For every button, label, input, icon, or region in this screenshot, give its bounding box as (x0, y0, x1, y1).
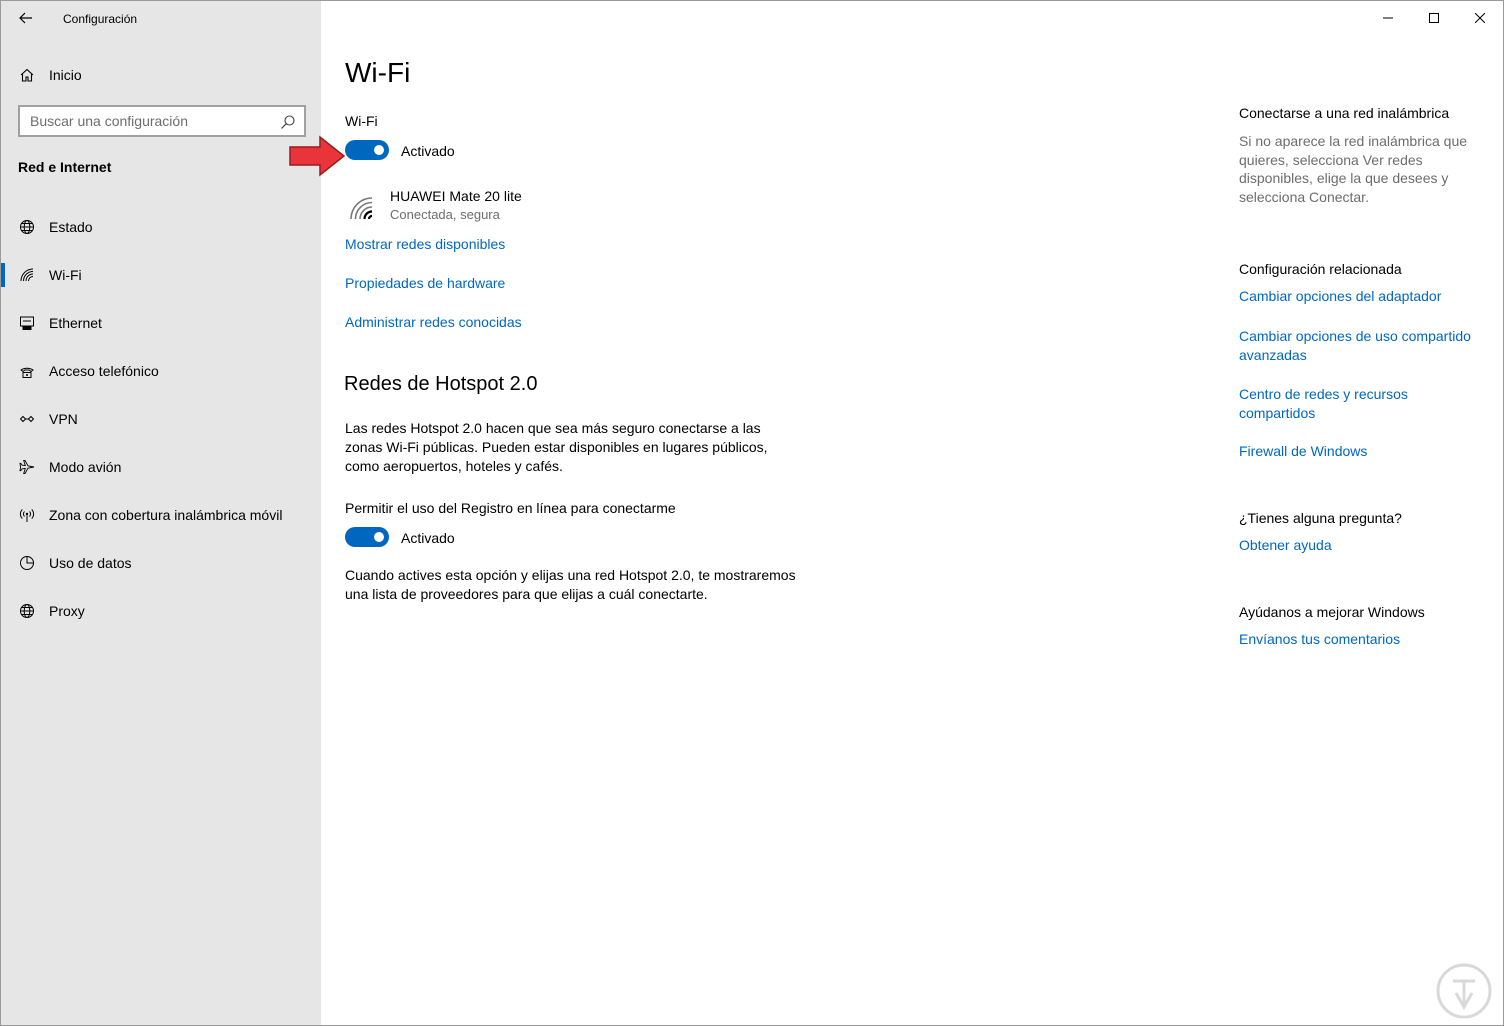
data-usage-icon (18, 554, 36, 572)
hotspot-description: Las redes Hotspot 2.0 hacen que sea más … (345, 420, 768, 474)
airplane-icon (18, 458, 36, 476)
wifi-label: Wi-Fi (345, 113, 378, 129)
firewall-link[interactable]: Firewall de Windows (1239, 442, 1489, 461)
sidebar-item-label: Uso de datos (49, 555, 132, 571)
red-arrow-annotation (289, 135, 346, 177)
wifi-toggle[interactable] (345, 140, 389, 160)
network-name: HUAWEI Mate 20 lite (390, 188, 522, 204)
sidebar-item-data-usage[interactable]: Uso de datos (1, 539, 321, 587)
sidebar-item-label: Acceso telefónico (49, 363, 159, 379)
search-icon[interactable] (280, 114, 296, 130)
sidebar-item-label: Modo avión (49, 459, 122, 475)
connected-network[interactable]: HUAWEI Mate 20 lite Conectada, segura (347, 187, 647, 227)
minimize-button[interactable] (1365, 1, 1411, 35)
search-box[interactable] (18, 105, 306, 137)
improve-heading: Ayúdanos a mejorar Windows (1239, 604, 1425, 620)
sidebar: Configuración Inicio Red e Internet Esta… (1, 1, 321, 1025)
app-title: Configuración (63, 12, 138, 26)
back-button[interactable] (15, 7, 37, 29)
advanced-sharing-link[interactable]: Cambiar opciones de uso compartido avanz… (1239, 327, 1479, 364)
sidebar-item-label: Proxy (49, 603, 85, 619)
sidebar-item-label: Ethernet (49, 315, 102, 331)
sidebar-nav: Estado Wi-Fi Ethernet Acceso telefónico (1, 203, 321, 635)
network-center-link[interactable]: Centro de redes y recursos compartidos (1239, 385, 1429, 422)
minimize-icon (1383, 17, 1393, 19)
wifi-toggle-state: Activado (401, 143, 455, 159)
dialup-icon (18, 362, 36, 380)
maximize-icon (1429, 13, 1439, 23)
sidebar-item-wifi[interactable]: Wi-Fi (1, 251, 321, 299)
get-help-link[interactable]: Obtener ayuda (1239, 536, 1489, 555)
related-heading: Configuración relacionada (1239, 261, 1402, 277)
toggle-knob (374, 532, 384, 542)
home-icon (17, 65, 37, 85)
sidebar-item-hotspot[interactable]: Zona con cobertura inalámbrica móvil (1, 491, 321, 539)
ethernet-icon (18, 314, 36, 332)
network-status: Conectada, segura (390, 207, 500, 222)
nav-home[interactable]: Inicio (1, 59, 321, 91)
toggle-knob (374, 145, 384, 155)
sidebar-item-label: VPN (49, 411, 78, 427)
hotspot-heading: Redes de Hotspot 2.0 (344, 373, 538, 395)
sidebar-item-label: Zona con cobertura inalámbrica móvil (49, 507, 283, 523)
feedback-link[interactable]: Envíanos tus comentarios (1239, 630, 1489, 649)
question-heading: ¿Tienes alguna pregunta? (1239, 510, 1402, 526)
sidebar-item-proxy[interactable]: Proxy (1, 587, 321, 635)
wifi-icon (18, 266, 36, 284)
sidebar-item-label: Wi-Fi (49, 267, 82, 283)
hardware-properties-link[interactable]: Propiedades de hardware (345, 275, 505, 291)
home-label: Inicio (49, 67, 82, 83)
show-networks-link[interactable]: Mostrar redes disponibles (345, 236, 505, 252)
sidebar-item-vpn[interactable]: VPN (1, 395, 321, 443)
sidebar-item-ethernet[interactable]: Ethernet (1, 299, 321, 347)
settings-window: Configuración Inicio Red e Internet Esta… (0, 0, 1504, 1026)
registry-toggle[interactable] (345, 527, 389, 547)
search-input[interactable] (20, 113, 270, 129)
sidebar-item-dialup[interactable]: Acceso telefónico (1, 347, 321, 395)
manage-known-networks-link[interactable]: Administrar redes conocidas (345, 314, 522, 330)
globe-icon (18, 602, 36, 620)
registry-toggle-state: Activado (401, 530, 455, 546)
vpn-icon (18, 410, 36, 428)
sidebar-item-label: Estado (49, 219, 93, 235)
adapter-options-link[interactable]: Cambiar opciones del adaptador (1239, 287, 1489, 306)
sidebar-item-airplane[interactable]: Modo avión (1, 443, 321, 491)
close-icon (1475, 13, 1485, 23)
registry-label: Permitir el uso del Registro en línea pa… (345, 500, 676, 516)
maximize-button[interactable] (1411, 1, 1457, 35)
watermark-logo (1436, 963, 1492, 1019)
registry-note: Cuando actives esta opción y elijas una … (345, 567, 796, 602)
section-title: Red e Internet (18, 159, 112, 175)
hotspot-icon (18, 506, 36, 524)
page-title: Wi-Fi (345, 57, 411, 88)
wifi-signal-icon (350, 197, 373, 220)
connect-heading: Conectarse a una red inalámbrica (1239, 105, 1450, 121)
arrow-left-icon (19, 12, 32, 24)
connect-text: Si no aparece la red inalámbrica que qui… (1239, 133, 1468, 205)
close-button[interactable] (1457, 1, 1503, 35)
sidebar-item-estado[interactable]: Estado (1, 203, 321, 251)
globe-status-icon (18, 218, 36, 236)
